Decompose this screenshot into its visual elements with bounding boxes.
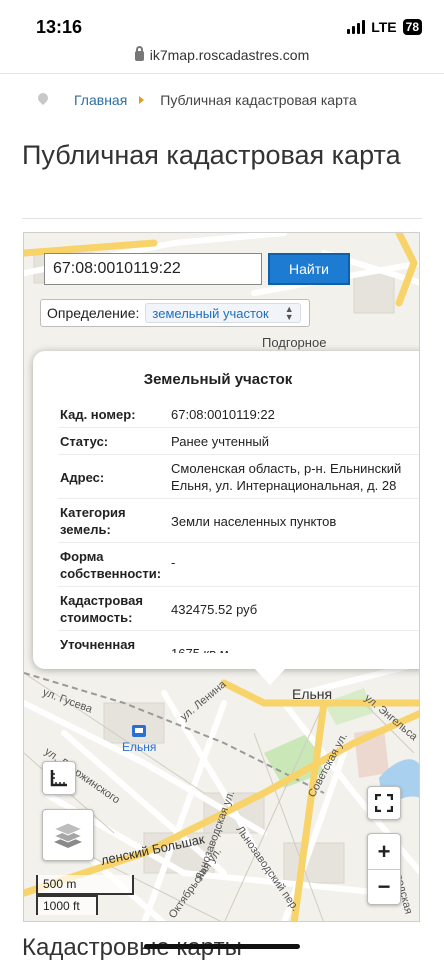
- parcel-info-table: Кад. номер: 67:08:0010119:22 Статус: Ран…: [58, 401, 419, 653]
- signal-icon: [347, 20, 366, 34]
- row-key: Уточненная площадь:: [60, 637, 136, 652]
- table-row: Кадастровая стоимость: 432475.52 руб: [58, 587, 419, 631]
- title-divider: [22, 218, 422, 219]
- table-row: Кад. номер: 67:08:0010119:22: [58, 401, 419, 428]
- row-key: Форма собственности:: [60, 549, 162, 581]
- row-value: Ранее учтенный: [171, 434, 269, 449]
- breadcrumb-current: Публичная кадастровая карта: [160, 92, 357, 108]
- definition-dropdown[interactable]: земельный участок ▲ ▼: [145, 303, 301, 323]
- definition-label: Определение:: [47, 305, 140, 321]
- table-row: Статус: Ранее учтенный: [58, 428, 419, 455]
- cadastral-number-input[interactable]: [44, 253, 262, 285]
- definition-selected: земельный участок: [152, 305, 269, 321]
- status-indicators: LTE 78: [347, 19, 422, 35]
- map-label-elnya-station: Ельня: [122, 740, 156, 754]
- row-value: 1675 кв.м: [171, 631, 419, 653]
- popup-title: Земельный участок: [143, 371, 293, 388]
- parcel-info-popup: Земельный участок Кад. номер: 67:08:0010…: [33, 351, 419, 685]
- row-value: Земли населенных пунктов: [171, 514, 337, 529]
- scale-metric: 500 m: [36, 875, 134, 895]
- row-key: Кадастровая стоимость:: [60, 593, 143, 625]
- row-key: Статус:: [60, 434, 109, 449]
- ruler-tool-button[interactable]: [42, 761, 76, 795]
- breadcrumb: Главная Публичная кадастровая карта: [38, 92, 357, 108]
- clock: 13:16: [36, 17, 83, 37]
- zoom-control: + −: [367, 833, 401, 905]
- table-row: Адрес: Смоленская область, р-н. Ельнинск…: [58, 455, 419, 499]
- fullscreen-button[interactable]: [367, 786, 401, 820]
- zoom-out-button[interactable]: −: [368, 869, 400, 904]
- find-button[interactable]: Найти: [268, 253, 350, 285]
- breadcrumb-arrow-icon: [139, 96, 145, 104]
- row-value: Смоленская область, р-н. Ельнинский Ельн…: [171, 461, 402, 493]
- table-row: Категория земель: Земли населенных пункт…: [58, 499, 419, 543]
- row-key: Адрес:: [60, 470, 105, 485]
- map-label-elnya-town: Ельня: [292, 686, 332, 702]
- row-key: Категория земель:: [60, 505, 126, 537]
- row-value: 432475.52 руб: [171, 602, 258, 617]
- scale-imperial: 1000 ft: [36, 895, 98, 915]
- header-divider: [0, 73, 444, 74]
- breadcrumb-home-link[interactable]: Главная: [74, 92, 127, 108]
- home-indicator[interactable]: [144, 944, 300, 949]
- layers-icon: [52, 822, 84, 848]
- table-row: Уточненная площадь: 1675 кв.м: [58, 631, 419, 653]
- page-title: Публичная кадастровая карта: [22, 140, 401, 170]
- battery-icon: 78: [402, 19, 422, 35]
- map-label-podgornoe: Подгорное: [262, 335, 326, 350]
- row-key: Кад. номер:: [60, 407, 136, 422]
- definition-selector: Определение: земельный участок ▲ ▼: [40, 299, 310, 327]
- fullscreen-icon: [375, 794, 393, 812]
- row-value: -: [171, 555, 176, 570]
- address-bar[interactable]: ik7map.roscadastres.com: [0, 46, 444, 63]
- network-type: LTE: [371, 19, 397, 35]
- zoom-in-button[interactable]: +: [368, 834, 400, 869]
- layers-button[interactable]: [42, 809, 94, 861]
- location-pin-icon: [38, 93, 48, 107]
- ruler-icon: [50, 770, 67, 787]
- chevron-updown-icon: ▲ ▼: [284, 304, 294, 322]
- map-scale: 500 m 1000 ft: [36, 875, 134, 915]
- status-bar: 13:16 LTE 78: [0, 0, 444, 44]
- row-value: 67:08:0010119:22: [171, 407, 275, 422]
- table-row: Форма собственности: -: [58, 543, 419, 587]
- cadastral-map[interactable]: Подгорное Ельня Ельня ул. Гусева ул. Лен…: [23, 232, 420, 922]
- url-text: ik7map.roscadastres.com: [149, 47, 310, 63]
- lock-icon: [134, 46, 144, 61]
